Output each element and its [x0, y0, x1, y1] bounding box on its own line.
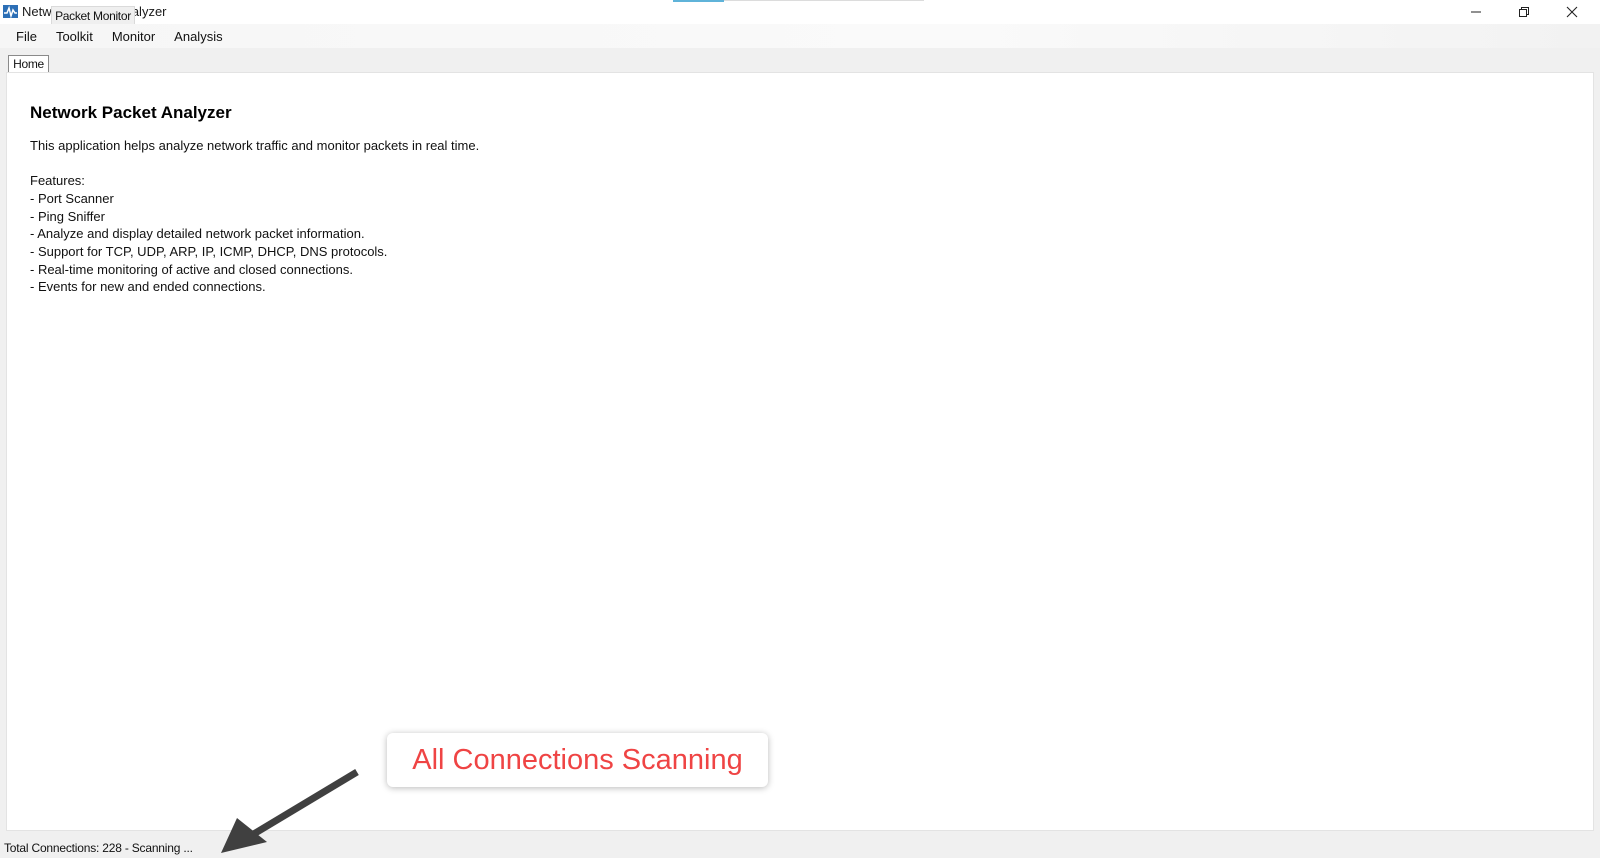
restore-icon: [1519, 7, 1529, 17]
app-description: This application helps analyze network t…: [30, 138, 480, 153]
title-divider-line: [724, 0, 924, 1]
title-accent-line: [673, 0, 724, 2]
feature-item: - Ping Sniffer: [30, 208, 105, 224]
minimize-icon: [1471, 11, 1481, 13]
annotation-callout-text: All Connections Scanning: [412, 743, 743, 776]
right-edge: [1594, 72, 1600, 831]
menu-monitor[interactable]: Monitor: [104, 27, 163, 46]
menu-toolkit[interactable]: Toolkit: [48, 27, 101, 46]
status-text: Total Connections: 228 - Scanning ...: [4, 841, 193, 855]
menu-analysis[interactable]: Analysis: [166, 27, 230, 46]
feature-list: - Port Scanner - Ping Sniffer - Analyze …: [30, 190, 387, 296]
menu-bar: File Toolkit Monitor Analysis: [0, 24, 1600, 48]
home-tab-panel: Network Packet Analyzer This application…: [6, 72, 1594, 831]
tab-home[interactable]: Home: [8, 55, 49, 72]
close-button[interactable]: [1548, 0, 1596, 24]
feature-item: - Events for new and ended connections.: [30, 279, 266, 295]
close-icon: [1566, 6, 1578, 18]
title-bar[interactable]: Network Packet Analyzer: [0, 0, 1600, 24]
feature-item: - Port Scanner: [30, 191, 114, 206]
feature-item: - Real-time monitoring of active and clo…: [30, 261, 353, 277]
page-title: Network Packet Analyzer: [30, 103, 232, 122]
feature-item: - Support for TCP, UDP, ARP, IP, ICMP, D…: [30, 244, 388, 260]
minimize-button[interactable]: [1452, 0, 1500, 24]
restore-button[interactable]: [1500, 0, 1548, 24]
annotation-arrow-icon: [221, 768, 359, 853]
menu-file[interactable]: File: [8, 27, 45, 46]
app-icon: [3, 5, 18, 19]
tab-strip: [0, 48, 1600, 74]
features-label: Features:: [30, 173, 85, 188]
feature-item: - Analyze and display detailed network p…: [30, 226, 365, 242]
tab-packet-monitor[interactable]: Packet Monitor: [51, 6, 135, 24]
app-window: Network Packet Analyzer File Toolkit Mon…: [0, 0, 1600, 858]
annotation-callout: All Connections Scanning: [387, 733, 768, 787]
